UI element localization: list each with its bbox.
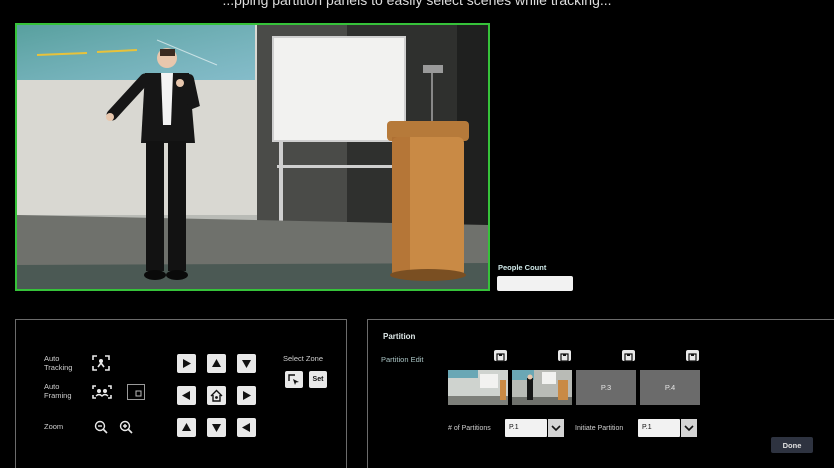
zoom-out-icon[interactable]: [93, 419, 109, 435]
partition-thumb-p4[interactable]: P.4: [640, 370, 700, 405]
partition-thumb-p4-label: P.4: [664, 383, 676, 392]
auto-tracking-label: Auto Tracking: [44, 354, 73, 372]
save-p4-icon[interactable]: [686, 350, 699, 362]
auto-framing-label: Auto Framing: [44, 382, 72, 400]
set-zone-button[interactable]: Set: [309, 371, 327, 388]
camera-control-panel: Auto Tracking Auto Framing Zoom Select Z…: [15, 319, 347, 468]
partition-thumb-p2[interactable]: [512, 370, 572, 405]
partition-edit-label: Partition Edit: [381, 355, 424, 364]
select-zone-icon: [288, 373, 299, 385]
top-caption: ...pping partition panels to easily sele…: [222, 0, 612, 8]
num-partitions-select[interactable]: P.1: [505, 419, 547, 437]
pan-right-button[interactable]: [237, 386, 256, 405]
people-count-label: People Count: [498, 263, 547, 272]
people-count-field: [497, 276, 573, 291]
camera-scene: [17, 25, 488, 289]
num-partitions-label: # of Partitions: [448, 425, 491, 432]
pan-up-button[interactable]: [207, 354, 226, 373]
pan-down-right-button[interactable]: [237, 418, 256, 437]
pan-left-button[interactable]: [177, 386, 196, 405]
pan-up-right-button[interactable]: [237, 354, 256, 373]
auto-tracking-icon[interactable]: [91, 354, 111, 372]
save-p1-icon[interactable]: [494, 350, 507, 362]
initiate-partition-select[interactable]: P.1: [638, 419, 680, 437]
framing-window-icon[interactable]: [127, 384, 145, 400]
auto-framing-icon[interactable]: [91, 384, 113, 400]
zoom-in-icon[interactable]: [118, 419, 134, 435]
partition-title: Partition: [383, 332, 416, 341]
video-preview[interactable]: [15, 23, 490, 291]
home-button[interactable]: [207, 386, 226, 405]
save-p2-icon[interactable]: [558, 350, 571, 362]
pan-up-left-button[interactable]: [177, 354, 196, 373]
partition-thumb-p3[interactable]: P.3: [576, 370, 636, 405]
pan-down-left-button[interactable]: [177, 418, 196, 437]
select-zone-button[interactable]: [285, 371, 303, 388]
initiate-partition-dropdown-icon[interactable]: [681, 419, 697, 437]
save-p3-icon[interactable]: [622, 350, 635, 362]
partition-panel: Partition Partition Edit P.3 P.4 # of Pa…: [367, 319, 834, 468]
done-button[interactable]: Done: [771, 437, 813, 453]
initiate-partition-label: Initiate Partition: [575, 425, 624, 432]
pan-down-button[interactable]: [207, 418, 226, 437]
num-partitions-dropdown-icon[interactable]: [548, 419, 564, 437]
zoom-label: Zoom: [44, 422, 64, 431]
select-zone-label: Select Zone: [283, 354, 324, 363]
partition-thumb-p1[interactable]: [448, 370, 508, 405]
partition-thumb-p3-label: P.3: [600, 383, 612, 392]
